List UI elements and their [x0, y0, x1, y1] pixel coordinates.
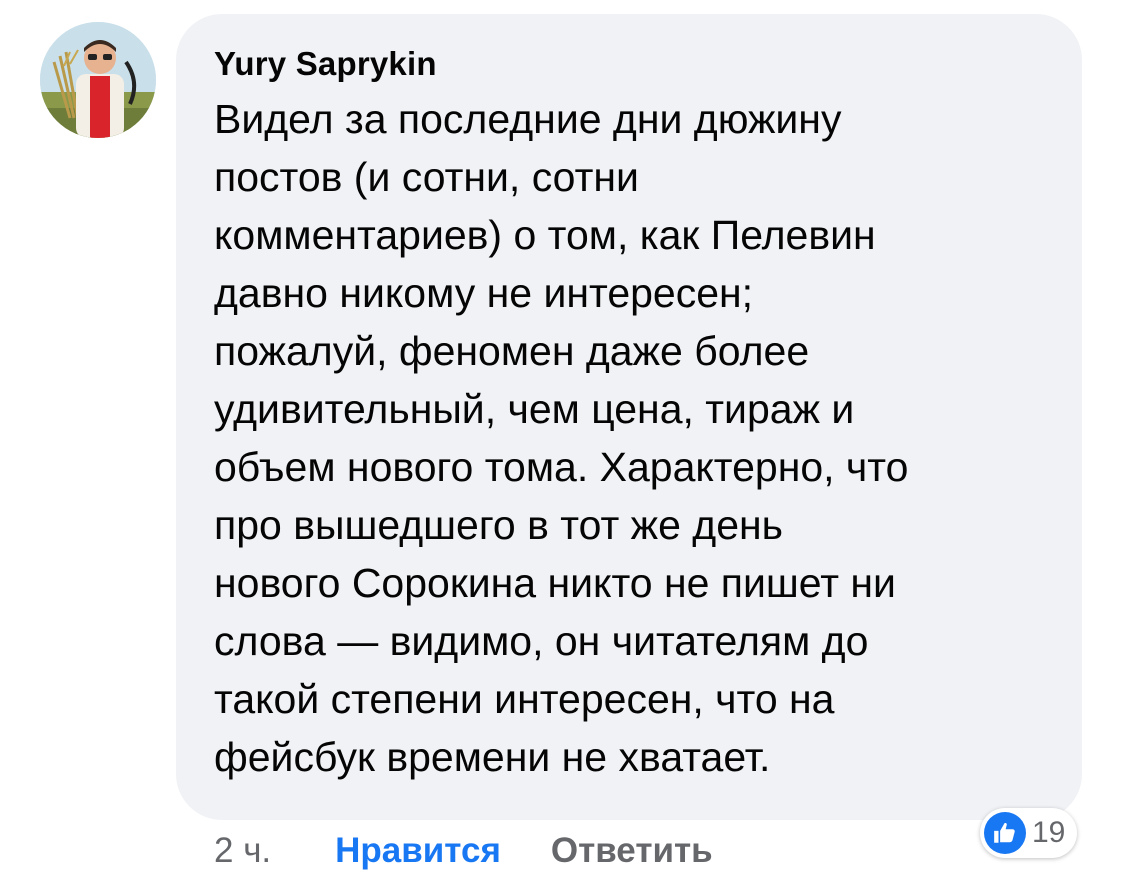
author-name[interactable]: Yury Saprykin	[214, 44, 1044, 84]
comment-text-line: слова — видимо, он читателям до	[214, 618, 869, 664]
comment-text-line: нового Сорокина никто не пишет ни	[214, 560, 896, 606]
comment-text-line: такой степени интересен, что на	[214, 676, 835, 722]
comment-text-line: комментариев) о том, как Пелевин	[214, 212, 876, 258]
reaction-count: 19	[1032, 816, 1066, 849]
comment-text-line: постов (и сотни, сотни	[214, 154, 639, 200]
thumbs-up-icon	[984, 812, 1026, 854]
comment-bubble: Yury Saprykin Видел за последние дни дюж…	[176, 14, 1082, 820]
comment-text-line: фейсбук времени не хватает.	[214, 734, 771, 780]
like-button[interactable]: Нравится	[335, 829, 501, 873]
reply-button[interactable]: Ответить	[551, 829, 713, 873]
comment-actions: 2 ч. Нравится Ответить	[214, 829, 713, 873]
comment-timestamp[interactable]: 2 ч.	[214, 829, 271, 873]
comment-text-line: Видел за последние дни дюжину	[214, 96, 842, 142]
comment-text-line: объем нового тома. Характерно, что	[214, 444, 909, 490]
comment-text-line: удивительный, чем цена, тираж и	[214, 386, 855, 432]
comment-text-line: про вышедшего в тот же день	[214, 502, 784, 548]
avatar-photo	[40, 22, 156, 138]
comment-text: Видел за последние дни дюжину постов (и …	[214, 90, 1054, 786]
comment-text-line: давно никому не интересен;	[214, 270, 754, 316]
comment-text-line: пожалуй, феномен даже более	[214, 328, 810, 374]
comment: Yury Saprykin Видел за последние дни дюж…	[0, 0, 1125, 895]
avatar[interactable]	[40, 22, 156, 138]
reactions-summary[interactable]: 19	[980, 808, 1078, 858]
